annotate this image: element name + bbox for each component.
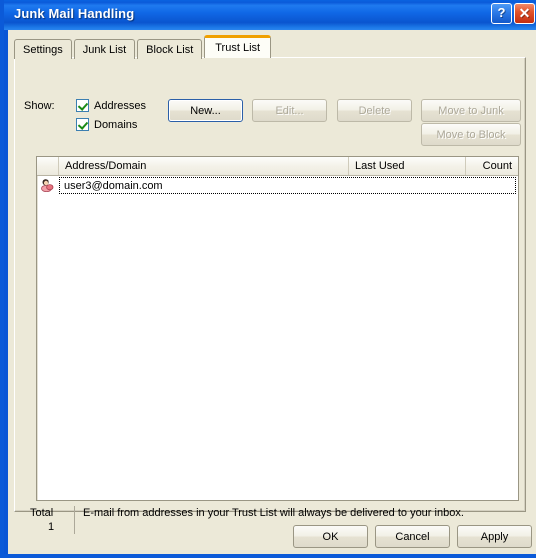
column-header-label: Count — [482, 160, 512, 172]
button-label: Edit... — [275, 104, 304, 117]
status-divider — [74, 506, 75, 534]
row-address-cell: user3@domain.com — [59, 177, 516, 194]
question-mark-icon: ? — [497, 5, 506, 20]
trust-list-description: E-mail from addresses in your Trust List… — [83, 507, 464, 519]
tab-label: Block List — [146, 43, 194, 56]
ok-button[interactable]: OK — [293, 525, 368, 548]
table-row[interactable]: user3@domain.com — [37, 176, 518, 195]
column-header-icon[interactable] — [37, 157, 59, 175]
checkbox-label: Domains — [94, 118, 138, 131]
show-label: Show: — [24, 100, 55, 112]
contact-icon — [37, 176, 59, 195]
tab-junk-list[interactable]: Junk List — [73, 39, 136, 59]
checkbox-icon — [76, 99, 89, 112]
button-label: Move to Block — [436, 128, 506, 141]
new-button[interactable]: New... — [168, 99, 243, 122]
column-header-count[interactable]: Count — [466, 157, 518, 175]
tab-trust-list[interactable]: Trust List — [204, 35, 272, 58]
checkbox-label: Addresses — [94, 99, 146, 112]
column-header-address-domain[interactable]: Address/Domain — [59, 157, 349, 175]
trust-list-table[interactable]: Address/Domain Last Used Count user3@dom… — [36, 156, 519, 501]
delete-button: Delete — [337, 99, 412, 122]
button-label: Move to Junk — [438, 104, 504, 117]
total-value: 1 — [48, 521, 55, 533]
edit-button: Edit... — [252, 99, 327, 122]
tab-label: Trust List — [215, 42, 261, 54]
tab-settings[interactable]: Settings — [14, 39, 72, 59]
tab-label: Settings — [23, 43, 63, 56]
junk-mail-handling-dialog: Junk Mail Handling ? ✕ Settings Junk Lis… — [0, 0, 536, 558]
column-header-label: Last Used — [355, 160, 405, 172]
button-label: OK — [322, 530, 339, 543]
checkbox-show-domains[interactable]: Domains — [76, 118, 137, 131]
column-header-last-used[interactable]: Last Used — [349, 157, 466, 175]
button-label: Cancel — [395, 530, 430, 543]
close-button[interactable]: ✕ — [514, 3, 535, 24]
title-bar: Junk Mail Handling ? ✕ — [4, 0, 536, 30]
title-bar-buttons: ? ✕ — [491, 3, 535, 24]
total-label: Total — [30, 507, 54, 519]
dialog-body: Settings Junk List Block List Trust List… — [8, 30, 536, 554]
window-title: Junk Mail Handling — [14, 6, 135, 21]
checkbox-show-addresses[interactable]: Addresses — [76, 99, 146, 112]
help-button[interactable]: ? — [491, 3, 512, 24]
tab-block-list[interactable]: Block List — [137, 39, 203, 59]
move-to-junk-button: Move to Junk — [421, 99, 521, 122]
checkbox-icon — [76, 118, 89, 131]
button-label: New... — [190, 104, 221, 117]
cancel-button[interactable]: Cancel — [375, 525, 450, 548]
apply-button[interactable]: Apply — [457, 525, 532, 548]
close-icon: ✕ — [518, 5, 531, 21]
table-header-row: Address/Domain Last Used Count — [37, 157, 518, 176]
button-label: Apply — [480, 530, 509, 543]
button-label: Delete — [358, 104, 391, 117]
tab-strip: Settings Junk List Block List Trust List — [14, 35, 272, 59]
column-header-label: Address/Domain — [65, 160, 147, 172]
tab-label: Junk List — [82, 43, 127, 56]
move-to-block-button: Move to Block — [421, 123, 521, 146]
